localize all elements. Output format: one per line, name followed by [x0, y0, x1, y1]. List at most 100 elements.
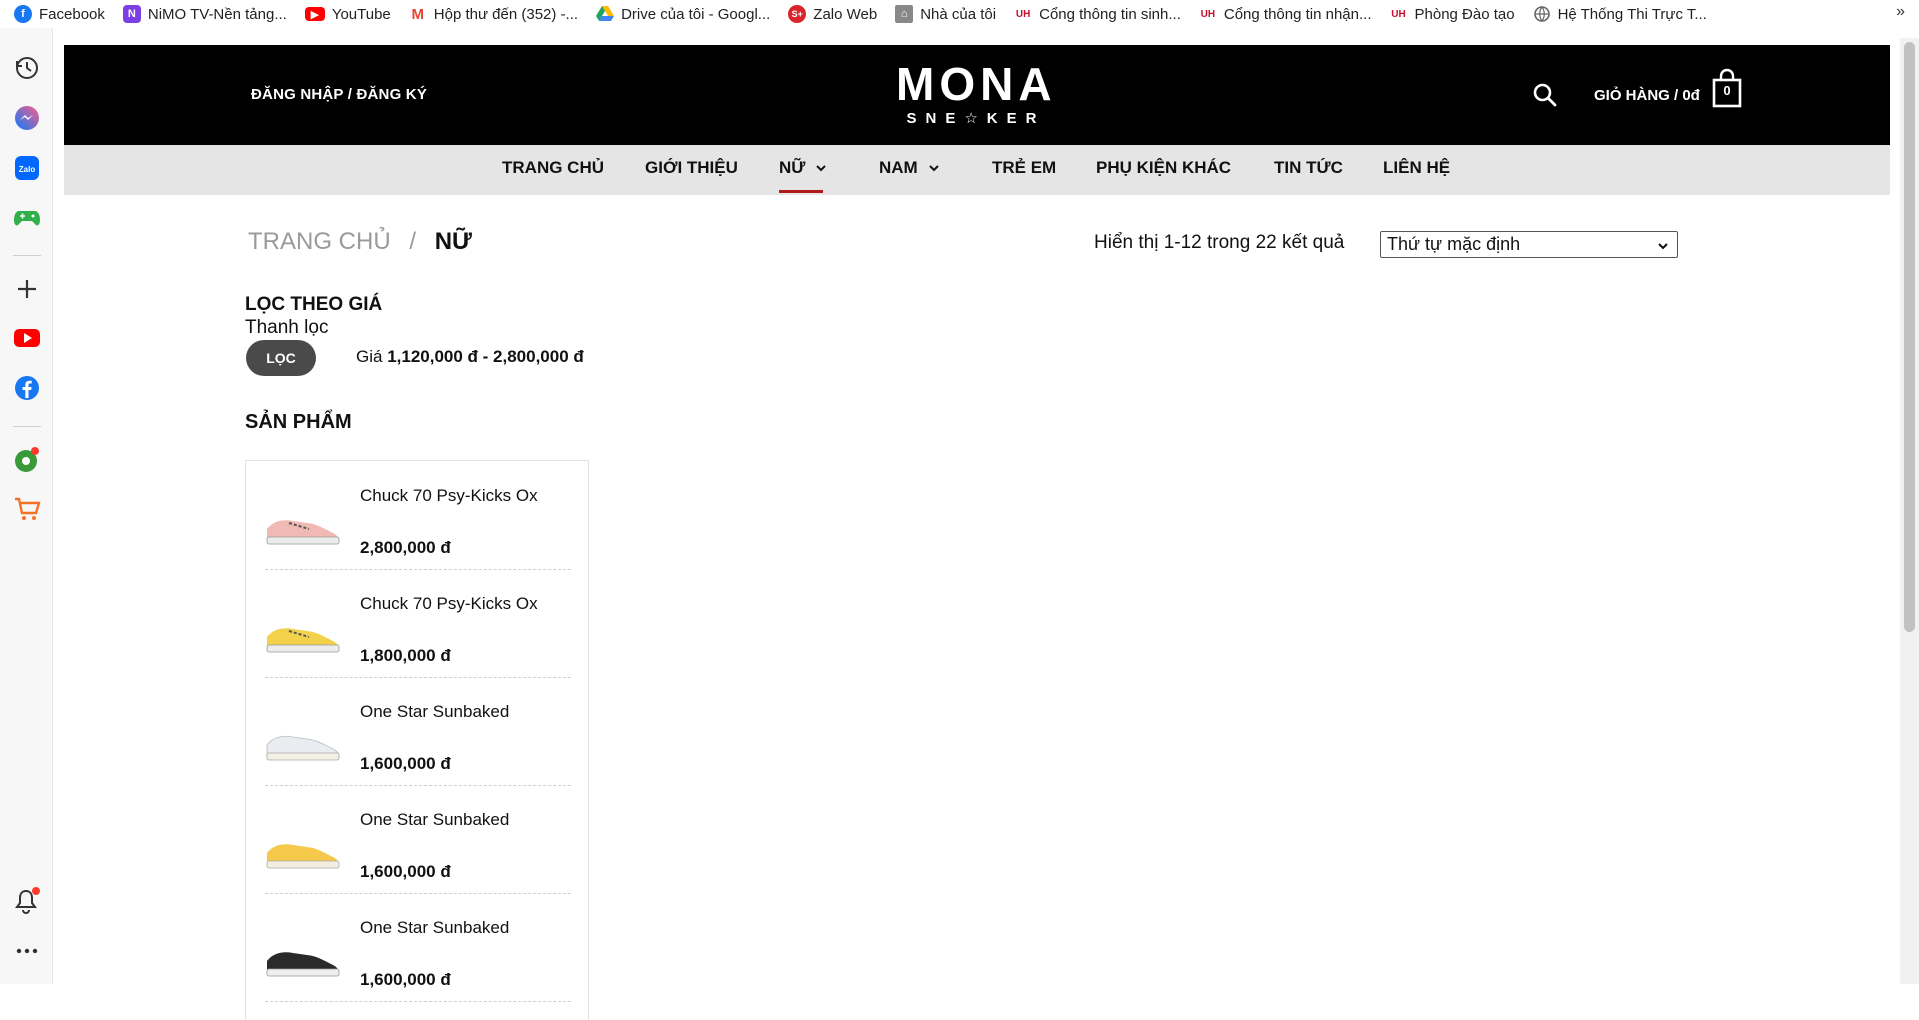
- product-list: Chuck 70 Psy-Kicks Ox 2,800,000 đ Chuck …: [245, 460, 589, 1020]
- list-item[interactable]: Chuck 70 Psy-Kicks Ox 1,800,000 đ: [265, 569, 571, 678]
- chevron-down-icon: [929, 165, 939, 172]
- bookmarks-bar: f Facebook N NiMO TV-Nền tảng... ▶ YouTu…: [0, 0, 1919, 28]
- product-price: 1,600,000 đ: [360, 754, 451, 773]
- bookmark-gmail[interactable]: M Hộp thư đến (352) -...: [408, 5, 579, 23]
- result-count: Hiển thị 1-12 trong 22 kết quả: [1094, 232, 1345, 253]
- breadcrumb: TRANG CHỦ / NỮ: [248, 228, 472, 256]
- nav-tre-em[interactable]: TRẺ EM: [992, 158, 1056, 178]
- bookmark-youtube[interactable]: ▶ YouTube: [304, 5, 391, 23]
- facebook-icon[interactable]: [13, 374, 41, 402]
- bell-icon[interactable]: [13, 887, 41, 915]
- nav-label: NỮ: [779, 158, 806, 177]
- bookmark-facebook[interactable]: f Facebook: [14, 5, 105, 23]
- globe-icon: [1533, 5, 1551, 23]
- product-price: 1,600,000 đ: [360, 862, 451, 881]
- zalo-icon: S+: [788, 5, 807, 23]
- nav-phu-kien-khac[interactable]: PHỤ KIỆN KHÁC: [1096, 158, 1231, 178]
- product-name[interactable]: One Star Sunbaked: [360, 702, 509, 722]
- add-icon[interactable]: [13, 275, 41, 303]
- page-scrollbar[interactable]: [1900, 38, 1919, 984]
- list-item[interactable]: Chuck 70 Psy-Kicks Ox 2,800,000 đ: [265, 461, 571, 570]
- nav-tin-tuc[interactable]: TIN TỨC: [1274, 158, 1343, 178]
- university-icon: UH: [1014, 5, 1033, 23]
- nav-nu[interactable]: NỮ: [779, 158, 827, 178]
- sort-selected-value: Thứ tự mặc định: [1387, 234, 1521, 254]
- shoe-image: [266, 735, 340, 761]
- site-logo[interactable]: MONA SNE☆KER: [896, 61, 1056, 129]
- sidebar-divider: [13, 255, 41, 256]
- sidebar-divider: [13, 426, 41, 427]
- nav-trang-chu[interactable]: TRANG CHỦ: [502, 158, 604, 178]
- product-price: 1,800,000 đ: [360, 646, 451, 665]
- shoe-image: [266, 844, 340, 869]
- list-item[interactable]: One Star Sunbaked 1,600,000 đ: [265, 677, 571, 786]
- price-filter-slider-label: Thanh lọc: [245, 317, 329, 338]
- facebook-icon: f: [14, 5, 32, 23]
- bookmark-exam-system[interactable]: Hệ Thống Thi Trực T...: [1533, 5, 1707, 23]
- nav-label: NAM: [879, 158, 918, 177]
- price-range-value: 1,120,000 đ - 2,800,000 đ: [387, 347, 584, 366]
- bookmark-label: Facebook: [39, 5, 105, 23]
- list-item[interactable]: One Star Sunbaked 1,600,000 đ: [265, 893, 571, 1002]
- product-name[interactable]: Chuck 70 Psy-Kicks Ox: [360, 486, 538, 506]
- bookmark-label: Zalo Web: [813, 5, 878, 23]
- game-icon[interactable]: [13, 204, 41, 232]
- history-icon[interactable]: [13, 54, 41, 82]
- logo-text: MONA: [896, 58, 1057, 110]
- cart-count-badge: 0: [1723, 83, 1731, 98]
- bookmark-label: Cổng thông tin sinh...: [1039, 5, 1181, 23]
- website: ĐĂNG NHẬP / ĐĂNG KÝ MONA SNE☆KER GIỎ HÀN…: [64, 45, 1890, 1020]
- bookmark-zalo[interactable]: S+ Zalo Web: [788, 5, 877, 23]
- price-prefix: Giá: [356, 347, 383, 366]
- bookmark-label: Hộp thư đến (352) -...: [433, 5, 579, 23]
- list-item[interactable]: One Star Sunbaked 1,600,000 đ: [265, 785, 571, 894]
- football-icon[interactable]: [13, 446, 41, 474]
- filter-button[interactable]: LỌC: [246, 340, 316, 376]
- shoe-image: [266, 628, 340, 653]
- drive-icon: [596, 5, 615, 23]
- bookmark-university-2[interactable]: UH Cổng thông tin nhận...: [1198, 5, 1372, 23]
- nav-active-indicator: [779, 190, 823, 193]
- university-icon: UH: [1389, 5, 1408, 23]
- nav-lien-he[interactable]: LIÊN HỆ: [1383, 158, 1450, 178]
- site-header: ĐĂNG NHẬP / ĐĂNG KÝ MONA SNE☆KER GIỎ HÀN…: [64, 45, 1890, 145]
- chevron-down-icon: [816, 165, 827, 172]
- youtube-icon[interactable]: [13, 324, 41, 352]
- breadcrumb-current: NỮ: [434, 228, 472, 255]
- bookmark-drive[interactable]: Drive của tôi - Googl...: [596, 5, 770, 23]
- zalo-icon[interactable]: Zalo: [13, 154, 41, 182]
- bookmark-label: Drive của tôi - Googl...: [621, 5, 771, 23]
- product-price: 2,800,000 đ: [360, 538, 451, 557]
- more-icon[interactable]: [13, 937, 41, 965]
- scrollbar-thumb[interactable]: [1904, 42, 1915, 632]
- chevron-down-icon: [1658, 243, 1668, 250]
- shopping-icon[interactable]: [13, 495, 41, 523]
- home-icon: ⌂: [895, 5, 914, 23]
- nav-gioi-thieu[interactable]: GIỚI THIỆU: [645, 158, 738, 178]
- sort-select[interactable]: Thứ tự mặc định: [1380, 231, 1678, 258]
- svg-text:Zalo: Zalo: [19, 165, 36, 174]
- gmail-icon: M: [408, 5, 427, 23]
- cart-link[interactable]: GIỎ HÀNG / 0đ: [1594, 87, 1700, 104]
- login-register-link[interactable]: ĐĂNG NHẬP / ĐĂNG KÝ: [251, 86, 427, 103]
- products-widget-title: SẢN PHẨM: [245, 411, 352, 433]
- bookmark-label: YouTube: [331, 5, 391, 23]
- bookmark-university-1[interactable]: UH Cổng thông tin sinh...: [1014, 5, 1181, 23]
- nav-nam[interactable]: NAM: [879, 158, 940, 178]
- search-icon[interactable]: [1532, 82, 1558, 108]
- youtube-icon: ▶: [304, 7, 325, 21]
- product-name[interactable]: One Star Sunbaked: [360, 918, 509, 938]
- bookmark-home[interactable]: ⌂ Nhà của tôi: [895, 5, 996, 23]
- bookmark-university-3[interactable]: UH Phòng Đào tạo: [1389, 5, 1515, 23]
- bookmark-label: Nhà của tôi: [920, 5, 997, 23]
- product-name[interactable]: One Star Sunbaked: [360, 810, 509, 830]
- bookmark-nimo[interactable]: N NiMO TV-Nền tảng...: [122, 5, 287, 23]
- bookmark-label: NiMO TV-Nền tảng...: [147, 5, 287, 23]
- bookmarks-more-button[interactable]: »: [1896, 3, 1905, 21]
- breadcrumb-home-link[interactable]: TRANG CHỦ: [248, 228, 391, 255]
- bookmark-label: Cổng thông tin nhận...: [1223, 5, 1372, 23]
- messenger-icon[interactable]: [13, 104, 41, 132]
- cart-bag-icon[interactable]: 0: [1712, 68, 1742, 108]
- product-name[interactable]: Chuck 70 Psy-Kicks Ox: [360, 594, 538, 614]
- price-range: Giá 1,120,000 đ - 2,800,000 đ: [356, 347, 584, 367]
